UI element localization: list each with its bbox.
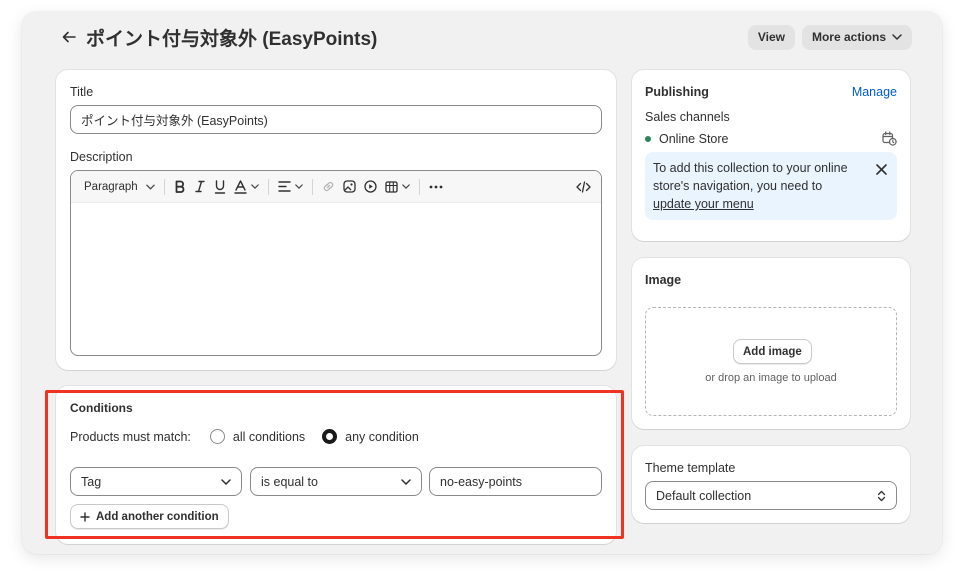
- toolbar-divider: [163, 178, 165, 195]
- chevron-down-icon: [145, 184, 155, 190]
- theme-template-value: Default collection: [656, 488, 752, 503]
- header-actions: View More actions: [747, 24, 912, 50]
- page-title: ポイント付与対象外 (EasyPoints): [86, 28, 378, 50]
- more-icon[interactable]: [425, 176, 447, 198]
- theme-template-label: Theme template: [645, 461, 736, 475]
- title-input[interactable]: ポイント付与対象外 (EasyPoints): [70, 105, 602, 134]
- chevron-up-down-icon: [877, 490, 886, 501]
- chevron-down-icon: [401, 184, 410, 189]
- description-label: Description: [70, 150, 133, 164]
- toolbar-divider: [267, 178, 269, 195]
- align-icon[interactable]: [274, 176, 307, 198]
- bold-icon[interactable]: [170, 176, 190, 198]
- update-menu-link[interactable]: update your menu: [653, 197, 754, 211]
- description-editor: Paragraph: [70, 170, 602, 356]
- add-image-button[interactable]: Add image: [733, 339, 812, 364]
- theme-template-select[interactable]: Default collection: [645, 481, 897, 510]
- text-color-icon[interactable]: [230, 176, 263, 198]
- image-heading: Image: [645, 273, 682, 287]
- image-card: Image Add image or drop an image to uplo…: [632, 258, 910, 429]
- match-row: Products must match: all conditions any …: [70, 429, 419, 444]
- title-label: Title: [70, 85, 94, 99]
- all-conditions-label[interactable]: all conditions: [233, 430, 305, 444]
- chevron-down-icon: [401, 478, 411, 485]
- navigation-notice: To add this collection to your online st…: [645, 152, 897, 220]
- sales-channels-label: Sales channels: [645, 110, 730, 124]
- chevron-down-icon: [250, 184, 259, 189]
- add-condition-label: Add another condition: [96, 510, 219, 523]
- theme-template-card: Theme template Default collection: [632, 446, 910, 523]
- condition-field-select[interactable]: Tag: [70, 467, 242, 496]
- toolbar-divider: [418, 178, 420, 195]
- add-condition-button[interactable]: Add another condition: [70, 504, 229, 529]
- underline-icon[interactable]: [210, 176, 230, 198]
- chevron-down-icon: [294, 184, 303, 189]
- app-window: ポイント付与対象外 (EasyPoints) View More actions…: [22, 12, 942, 554]
- description-text-area[interactable]: [71, 203, 601, 355]
- title-input-value: ポイント付与対象外 (EasyPoints): [81, 114, 268, 128]
- conditions-card: Conditions Products must match: all cond…: [56, 386, 616, 544]
- publishing-card: Publishing Manage Sales channels Online …: [632, 70, 910, 241]
- publishing-heading: Publishing: [645, 85, 709, 99]
- add-image-label: Add image: [743, 345, 802, 358]
- condition-operator-value: is equal to: [261, 474, 318, 489]
- status-dot: [645, 136, 651, 142]
- plus-icon: [80, 511, 90, 522]
- chevron-down-icon: [892, 34, 902, 40]
- any-condition-radio[interactable]: [322, 429, 338, 444]
- conditions-heading: Conditions: [70, 401, 133, 415]
- editor-toolbar: Paragraph: [71, 171, 601, 203]
- page-header: ポイント付与対象外 (EasyPoints) View More actions: [58, 22, 912, 52]
- link-icon[interactable]: [318, 176, 339, 198]
- title-description-card: Title ポイント付与対象外 (EasyPoints) Description…: [56, 70, 616, 370]
- image-dropzone[interactable]: Add image or drop an image to upload: [645, 307, 897, 416]
- video-icon[interactable]: [360, 176, 381, 198]
- any-condition-label[interactable]: any condition: [345, 430, 419, 444]
- condition-operator-select[interactable]: is equal to: [250, 467, 422, 496]
- italic-icon[interactable]: [190, 176, 210, 198]
- chevron-down-icon: [221, 478, 231, 485]
- more-actions-label: More actions: [811, 30, 886, 44]
- all-conditions-radio[interactable]: [209, 429, 225, 444]
- paragraph-label: Paragraph: [84, 180, 138, 193]
- channel-name: Online Store: [659, 132, 729, 146]
- manage-link[interactable]: Manage: [852, 85, 897, 99]
- condition-value-input[interactable]: no-easy-points: [429, 467, 602, 496]
- match-label: Products must match:: [70, 429, 191, 444]
- back-arrow-icon[interactable]: [58, 26, 80, 48]
- paragraph-select[interactable]: Paragraph: [79, 176, 159, 198]
- table-icon[interactable]: [381, 176, 414, 198]
- toolbar-divider: [311, 178, 313, 195]
- close-icon[interactable]: [876, 162, 887, 180]
- image-icon[interactable]: [339, 176, 360, 198]
- notice-text: To add this collection to your online st…: [653, 161, 848, 193]
- more-actions-button[interactable]: More actions: [801, 24, 912, 50]
- view-button[interactable]: View: [747, 24, 795, 50]
- condition-value-text: no-easy-points: [440, 474, 522, 489]
- code-icon[interactable]: [572, 176, 593, 198]
- condition-field-value: Tag: [81, 474, 102, 489]
- schedule-calendar-icon[interactable]: [882, 131, 897, 149]
- channel-row: Online Store: [645, 132, 728, 146]
- drop-hint: or drop an image to upload: [705, 372, 837, 384]
